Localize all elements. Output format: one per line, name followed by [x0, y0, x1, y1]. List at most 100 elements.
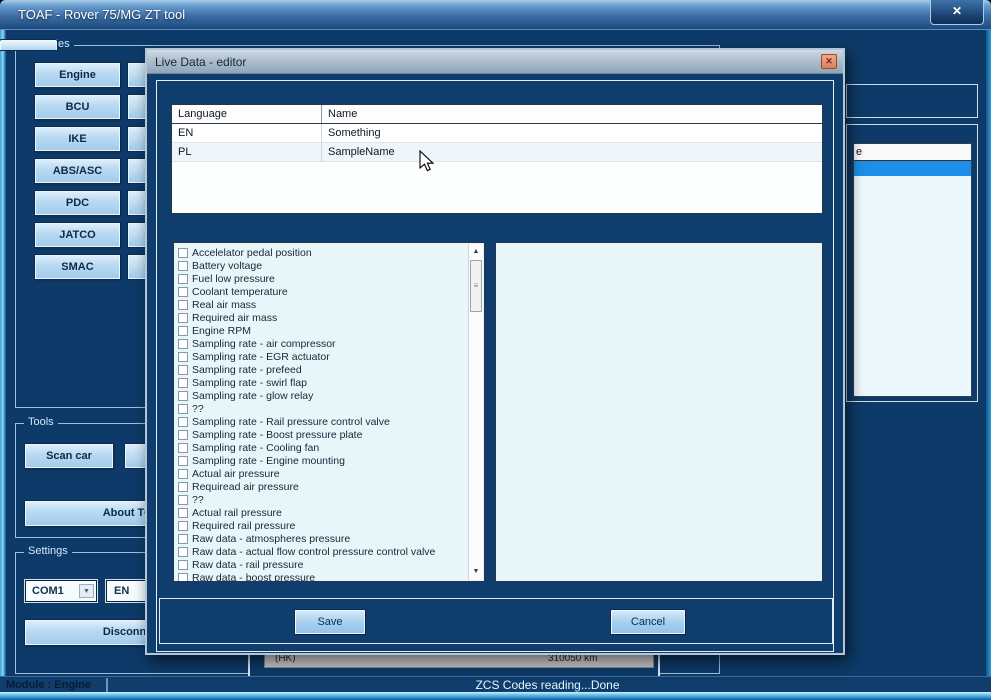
chevron-down-icon[interactable]: ▼ — [79, 584, 94, 598]
checkbox-icon[interactable] — [178, 390, 188, 401]
vertical-scrollbar[interactable]: ▲ ≡ ▼ — [468, 244, 483, 580]
window-right-border — [986, 30, 991, 693]
live-data-item[interactable]: Sampling rate - EGR actuator — [174, 350, 467, 363]
live-data-item[interactable]: Required air mass — [174, 311, 467, 324]
live-data-item[interactable]: Sampling rate - air compressor — [174, 337, 467, 350]
live-data-item[interactable]: Sampling rate - prefeed — [174, 363, 467, 376]
dialog-close-icon[interactable]: ✕ — [821, 54, 837, 69]
save-button[interactable]: Save — [295, 610, 365, 634]
live-data-item[interactable]: Battery voltage — [174, 259, 467, 272]
table-header-row: Language Name — [172, 105, 822, 124]
live-data-item[interactable]: Fuel low pressure — [174, 272, 467, 285]
right-panel-selected-row[interactable] — [854, 161, 971, 176]
com-port-select[interactable]: COM1 ▼ — [25, 580, 97, 602]
dialog-button-bar: Save Cancel — [159, 598, 833, 644]
live-data-item[interactable]: Coolant temperature — [174, 285, 467, 298]
window-titlebar[interactable]: TOAF - Rover 75/MG ZT tool — [0, 0, 991, 30]
live-data-item[interactable]: ?? — [174, 402, 467, 415]
live-data-item[interactable]: Raw data - actual flow control pressure … — [174, 545, 467, 558]
cancel-button[interactable]: Cancel — [611, 610, 685, 634]
live-data-item[interactable]: Accelelator pedal position — [174, 246, 467, 259]
checkbox-icon[interactable] — [178, 455, 188, 466]
live-data-item-label: Sampling rate - prefeed — [192, 363, 302, 376]
com-port-value: COM1 — [32, 585, 64, 597]
checkbox-icon[interactable] — [178, 286, 188, 297]
checkbox-icon[interactable] — [178, 377, 188, 388]
live-data-item[interactable]: Raw data - atmospheres pressure — [174, 532, 467, 545]
checkbox-icon[interactable] — [178, 273, 188, 284]
checkbox-icon[interactable] — [178, 325, 188, 336]
live-data-item-label: Raw data - rail pressure — [192, 558, 304, 571]
checkbox-icon[interactable] — [178, 520, 188, 531]
checkbox-icon[interactable] — [178, 351, 188, 362]
toolbar-button-fragment[interactable] — [0, 40, 57, 50]
name-editor-table[interactable]: Language Name EN Something PL SampleName — [171, 104, 823, 214]
scroll-down-icon[interactable]: ▼ — [469, 566, 483, 578]
live-data-item-label: Required rail pressure — [192, 519, 296, 532]
checkbox-icon[interactable] — [178, 559, 188, 570]
live-data-checkbox-panel[interactable]: Accelelator pedal position Battery voltag… — [173, 242, 485, 582]
right-panel-list[interactable]: e — [853, 143, 972, 397]
checkbox-icon[interactable] — [178, 442, 188, 453]
checkbox-icon[interactable] — [178, 260, 188, 271]
right-panel-column-header: e — [854, 144, 971, 161]
checkbox-icon[interactable] — [178, 416, 188, 427]
live-data-item[interactable]: Sampling rate - Engine mounting — [174, 454, 467, 467]
editor-table-body: EN Something PL SampleName — [172, 124, 822, 162]
live-data-item[interactable]: Actual air pressure — [174, 467, 467, 480]
checkbox-icon[interactable] — [178, 546, 188, 557]
checkbox-icon[interactable] — [178, 429, 188, 440]
live-data-item[interactable]: Required rail pressure — [174, 519, 467, 532]
live-data-item-label: Sampling rate - EGR actuator — [192, 350, 330, 363]
checkbox-icon[interactable] — [178, 507, 188, 518]
live-data-item[interactable]: Raw data - boost pressure — [174, 571, 467, 582]
checkbox-icon[interactable] — [178, 403, 188, 414]
live-data-item-label: Raw data - boost pressure — [192, 571, 316, 582]
tools-groupbox-label: Tools — [24, 416, 58, 428]
live-data-item[interactable]: Real air mass — [174, 298, 467, 311]
live-data-item-label: Actual rail pressure — [192, 506, 282, 519]
checkbox-icon[interactable] — [178, 364, 188, 375]
live-data-item[interactable]: Engine RPM — [174, 324, 467, 337]
checkbox-icon[interactable] — [178, 468, 188, 479]
live-data-item[interactable]: Sampling rate - swirl flap — [174, 376, 467, 389]
checkbox-icon[interactable] — [178, 247, 188, 258]
live-data-item[interactable]: Sampling rate - Boost pressure plate — [174, 428, 467, 441]
live-data-item[interactable]: Sampling rate - glow relay — [174, 389, 467, 402]
live-data-item[interactable]: ?? — [174, 493, 467, 506]
live-data-item[interactable]: Raw data - rail pressure — [174, 558, 467, 571]
table-header-name: Name — [328, 108, 358, 120]
live-data-list: Accelelator pedal position Battery voltag… — [174, 246, 467, 582]
live-data-item[interactable]: Requiread air pressure — [174, 480, 467, 493]
live-data-item-label: Accelelator pedal position — [192, 246, 312, 259]
cell-name: Something — [328, 127, 381, 139]
live-data-item-label: Sampling rate - Rail pressure control va… — [192, 415, 390, 428]
checkbox-icon[interactable] — [178, 338, 188, 349]
scroll-up-icon[interactable]: ▲ — [469, 246, 483, 258]
live-data-item-label: ?? — [192, 493, 204, 506]
live-data-item[interactable]: Sampling rate - Cooling fan — [174, 441, 467, 454]
dialog-titlebar[interactable]: Live Data - editor ✕ — [147, 50, 843, 74]
live-data-item-label: Engine RPM — [192, 324, 251, 337]
checkbox-icon[interactable] — [178, 312, 188, 323]
window-close-button[interactable]: ✕ — [930, 0, 984, 25]
live-data-item[interactable]: Actual rail pressure — [174, 506, 467, 519]
live-data-item-label: Sampling rate - Engine mounting — [192, 454, 345, 467]
window-title: TOAF - Rover 75/MG ZT tool — [18, 7, 186, 22]
live-data-item-label: Coolant temperature — [192, 285, 288, 298]
live-data-item[interactable]: Sampling rate - Rail pressure control va… — [174, 415, 467, 428]
checkbox-icon[interactable] — [178, 299, 188, 310]
checkbox-icon[interactable] — [178, 572, 188, 581]
table-row[interactable]: EN Something — [172, 124, 822, 143]
dialog-title: Live Data - editor — [155, 55, 247, 69]
settings-groupbox-label: Settings — [24, 545, 72, 557]
checkbox-icon[interactable] — [178, 533, 188, 544]
live-data-item-label: Sampling rate - Cooling fan — [192, 441, 320, 454]
checkbox-icon[interactable] — [178, 481, 188, 492]
table-row[interactable]: PL SampleName — [172, 143, 822, 162]
live-data-item-label: Actual air pressure — [192, 467, 280, 480]
scan-car-button[interactable]: Scan car — [25, 444, 113, 468]
selected-items-panel[interactable] — [495, 242, 823, 582]
scrollbar-thumb[interactable]: ≡ — [470, 260, 482, 312]
checkbox-icon[interactable] — [178, 494, 188, 505]
